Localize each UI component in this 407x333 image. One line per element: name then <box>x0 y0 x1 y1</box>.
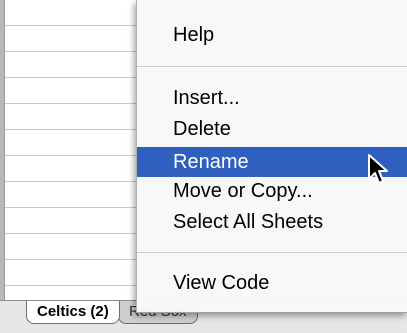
menu-item-view-code[interactable]: View Code <box>137 270 407 296</box>
menu-item-select-all-sheets[interactable]: Select All Sheets <box>137 209 407 235</box>
menu-item-help[interactable]: Help <box>137 22 407 48</box>
menu-item-insert[interactable]: Insert... <box>137 85 407 111</box>
window-left-edge <box>0 0 5 300</box>
menu-item-delete[interactable]: Delete <box>137 116 407 142</box>
menu-separator <box>137 252 407 253</box>
menu-separator <box>137 66 407 67</box>
arrow-pointer-icon <box>368 154 388 184</box>
screen: Celtics (2) Red Sox Help Insert... Delet… <box>0 0 407 333</box>
sheet-tab-celtics-2[interactable]: Celtics (2) <box>26 301 120 324</box>
